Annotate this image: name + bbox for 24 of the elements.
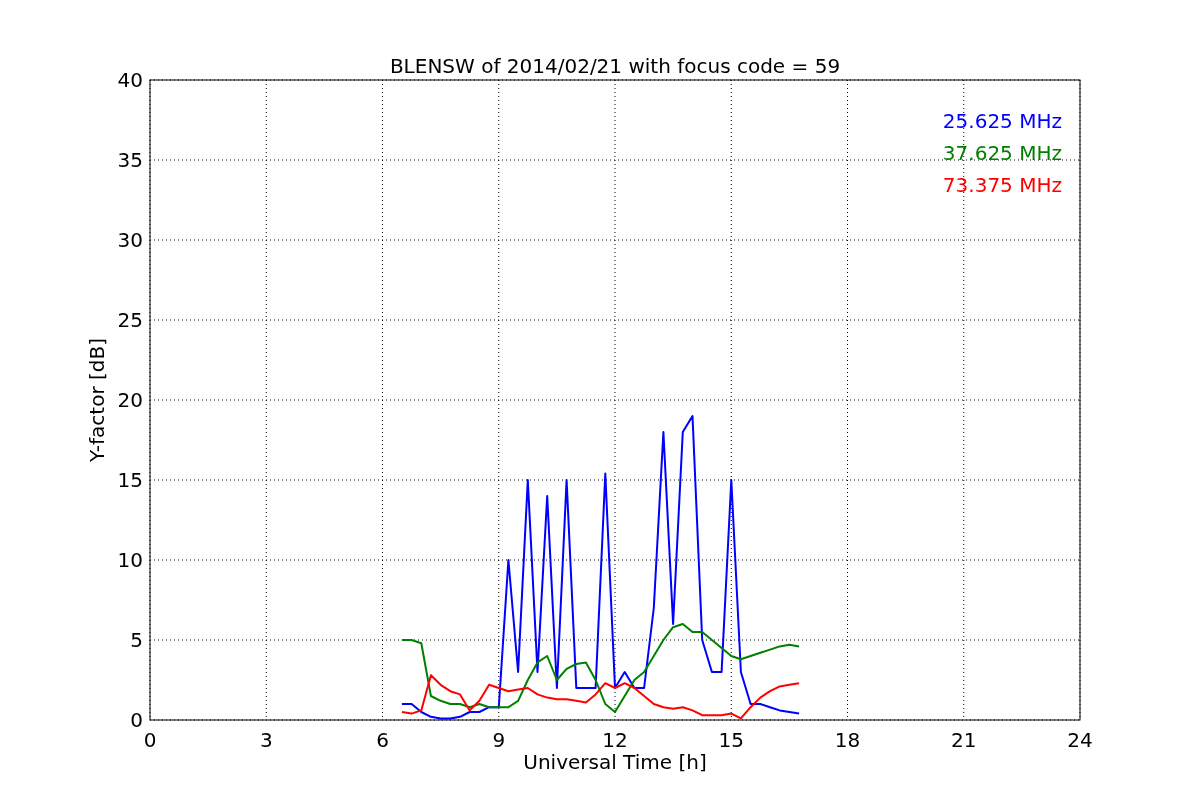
legend-label: 25.625 MHz — [942, 109, 1062, 133]
y-tick-label: 10 — [117, 548, 143, 572]
x-tick-label: 0 — [143, 728, 157, 752]
y-tick-label: 25 — [117, 308, 143, 332]
x-tick-label: 21 — [951, 728, 977, 752]
y-tick-label: 35 — [117, 148, 143, 172]
x-tick-label: 3 — [259, 728, 273, 752]
y-axis-label: Y-factor [dB] — [85, 338, 109, 462]
x-tick-label: 12 — [602, 728, 628, 752]
x-tick-label: 24 — [1067, 728, 1093, 752]
legend-label: 37.625 MHz — [942, 141, 1062, 165]
y-tick-label: 30 — [117, 228, 143, 252]
y-tick-label: 20 — [117, 388, 143, 412]
x-axis-label: Universal Time [h] — [523, 750, 707, 774]
y-tick-label: 5 — [130, 628, 143, 652]
y-tick-label: 40 — [117, 68, 143, 92]
x-tick-label: 18 — [834, 728, 861, 752]
y-tick-label: 15 — [117, 468, 143, 492]
x-tick-label: 6 — [376, 728, 389, 752]
chart-title: BLENSW of 2014/02/21 with focus code = 59 — [389, 54, 841, 78]
y-tick-label: 0 — [130, 708, 143, 732]
x-tick-label: 15 — [718, 728, 744, 752]
legend-label: 73.375 MHz — [942, 173, 1062, 197]
x-tick-label: 9 — [492, 728, 506, 752]
